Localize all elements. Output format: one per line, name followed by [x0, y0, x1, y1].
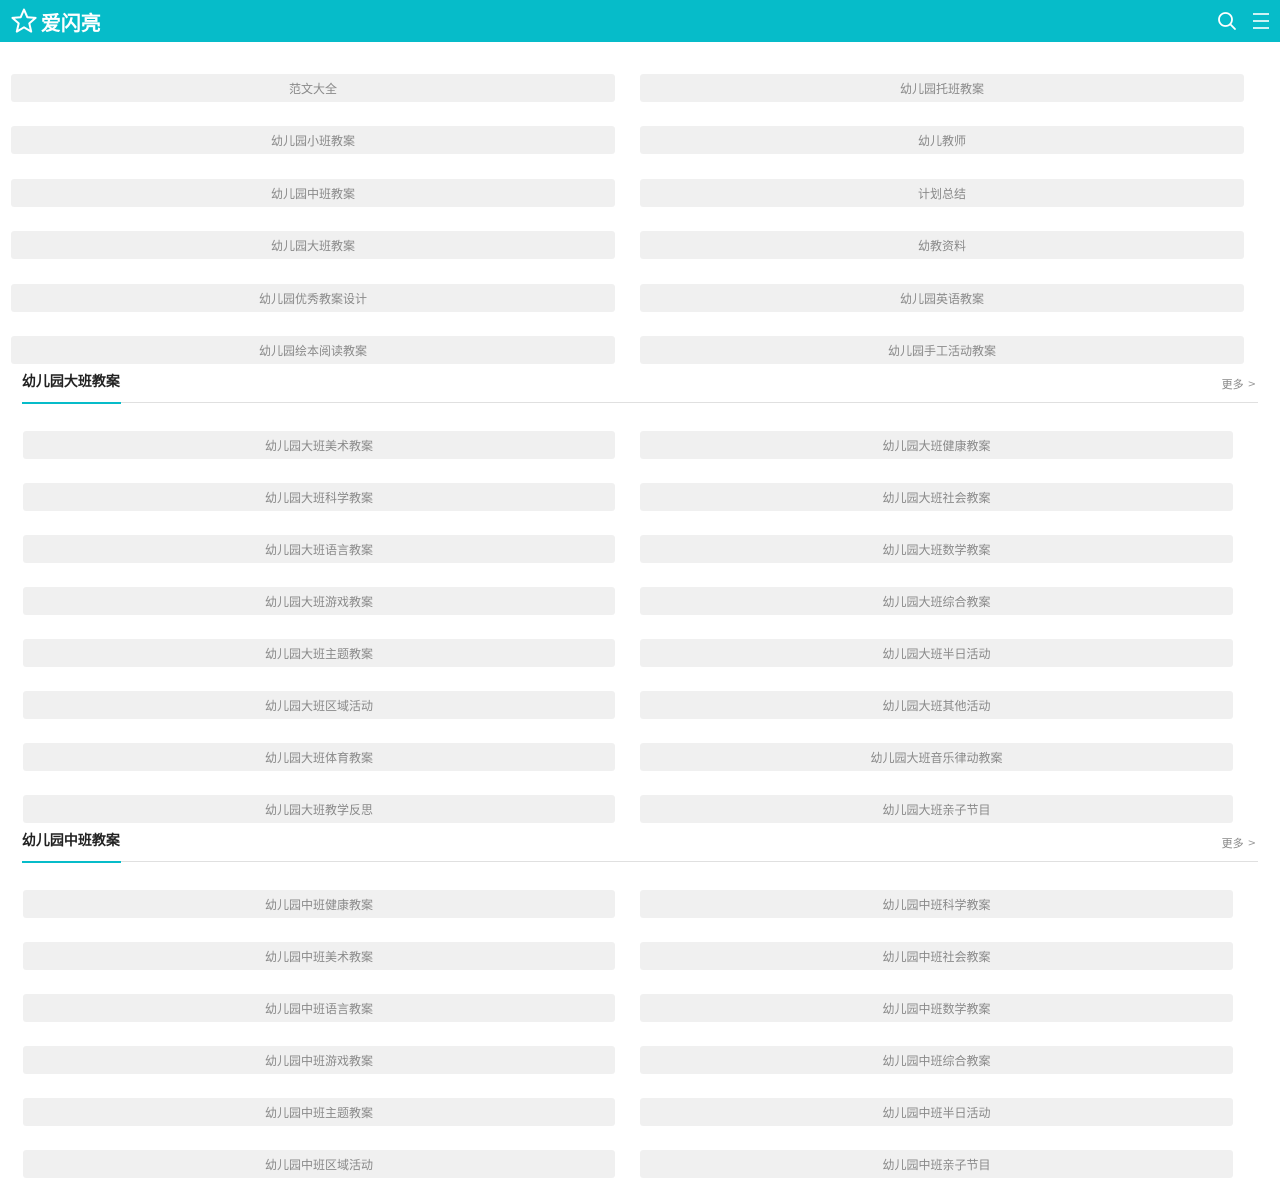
category-link[interactable]: 幼儿教师	[640, 126, 1244, 154]
site-name: 爱闪亮	[41, 10, 101, 35]
list-item[interactable]: 幼儿园中班健康教案	[23, 890, 615, 918]
list-item[interactable]: 幼儿园中班美术教案	[23, 942, 615, 970]
list-item[interactable]: 幼儿园大班数学教案	[640, 535, 1233, 563]
list-item[interactable]: 幼儿园大班区域活动	[23, 691, 615, 719]
category-link[interactable]: 计划总结	[640, 179, 1244, 207]
section-header-middle-class: 幼儿园中班教案 更多 >	[22, 831, 1258, 863]
list-item[interactable]: 幼儿园大班游戏教案	[23, 587, 615, 615]
list-item[interactable]: 幼儿园大班科学教案	[23, 483, 615, 511]
section-title-underline	[22, 402, 121, 404]
list-item[interactable]: 幼儿园中班数学教案	[640, 994, 1233, 1022]
hamburger-menu-icon[interactable]	[1250, 10, 1272, 32]
list-item[interactable]: 幼儿园中班综合教案	[640, 1046, 1233, 1074]
list-item[interactable]: 幼儿园中班主题教案	[23, 1098, 615, 1126]
list-item[interactable]: 幼儿园大班健康教案	[640, 431, 1233, 459]
list-item[interactable]: 幼儿园大班其他活动	[640, 691, 1233, 719]
list-item[interactable]: 幼儿园中班游戏教案	[23, 1046, 615, 1074]
category-link[interactable]: 幼儿园手工活动教案	[640, 336, 1244, 364]
category-link[interactable]: 幼儿园中班教案	[11, 179, 615, 207]
page: 爱闪亮 范文大全 幼儿园托班教案 幼儿园小班教案 幼儿教师 幼儿园中班教案 计划…	[0, 0, 1280, 1195]
list-item[interactable]: 幼儿园大班综合教案	[640, 587, 1233, 615]
site-logo[interactable]: 爱闪亮	[10, 6, 101, 36]
list-item[interactable]: 幼儿园大班美术教案	[23, 431, 615, 459]
list-item[interactable]: 幼儿园大班亲子节目	[640, 795, 1233, 823]
category-link[interactable]: 幼儿园托班教案	[640, 74, 1244, 102]
category-link[interactable]: 幼儿园绘本阅读教案	[11, 336, 615, 364]
list-item[interactable]: 幼儿园中班社会教案	[640, 942, 1233, 970]
category-link[interactable]: 幼儿园小班教案	[11, 126, 615, 154]
section-title: 幼儿园中班教案	[22, 833, 120, 849]
list-item[interactable]: 幼儿园大班主题教案	[23, 639, 615, 667]
category-link[interactable]: 幼儿园优秀教案设计	[11, 284, 615, 312]
list-item[interactable]: 幼儿园大班语言教案	[23, 535, 615, 563]
category-link[interactable]: 范文大全	[11, 74, 615, 102]
top-header-bar: 爱闪亮	[0, 0, 1280, 42]
list-item[interactable]: 幼儿园中班语言教案	[23, 994, 615, 1022]
more-link[interactable]: 更多 >	[1222, 835, 1256, 851]
list-item[interactable]: 幼儿园中班半日活动	[640, 1098, 1233, 1126]
more-label: 更多	[1221, 378, 1244, 391]
category-link[interactable]: 幼儿园大班教案	[11, 231, 615, 259]
list-item[interactable]: 幼儿园中班亲子节目	[640, 1150, 1233, 1178]
list-item[interactable]: 幼儿园大班体育教案	[23, 743, 615, 771]
category-link[interactable]: 幼儿园英语教案	[640, 284, 1244, 312]
list-item[interactable]: 幼儿园大班教学反思	[23, 795, 615, 823]
section-title: 幼儿园大班教案	[22, 374, 120, 390]
section-title-underline	[22, 861, 121, 863]
category-link[interactable]: 幼教资料	[640, 231, 1244, 259]
list-item[interactable]: 幼儿园中班区域活动	[23, 1150, 615, 1178]
section-header-large-class: 幼儿园大班教案 更多 >	[22, 372, 1258, 404]
list-item[interactable]: 幼儿园中班科学教案	[640, 890, 1233, 918]
list-item[interactable]: 幼儿园大班音乐律动教案	[640, 743, 1233, 771]
list-item[interactable]: 幼儿园大班社会教案	[640, 483, 1233, 511]
more-label: 更多	[1221, 837, 1244, 850]
star-outline-icon	[11, 8, 37, 33]
chevron-right-icon: >	[1247, 837, 1256, 849]
search-icon[interactable]	[1216, 10, 1238, 32]
more-link[interactable]: 更多 >	[1222, 376, 1256, 392]
list-item[interactable]: 幼儿园大班半日活动	[640, 639, 1233, 667]
chevron-right-icon: >	[1247, 378, 1256, 390]
